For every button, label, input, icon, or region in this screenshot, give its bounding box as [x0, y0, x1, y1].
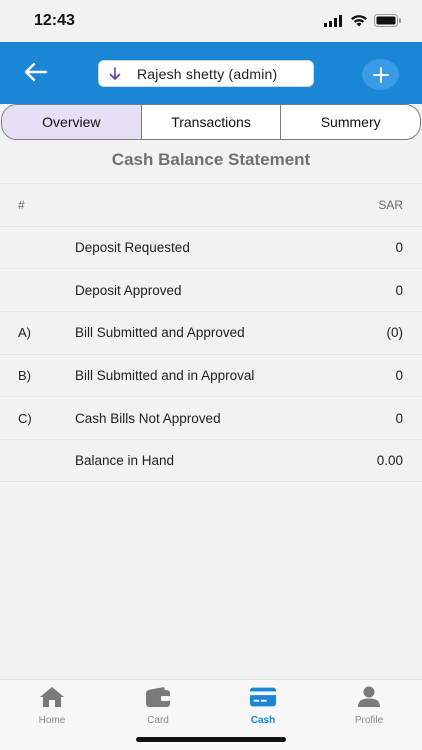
arrow-down-icon	[109, 66, 123, 81]
wifi-icon	[351, 15, 367, 27]
statement-title: Cash Balance Statement	[111, 150, 311, 169]
plus-icon	[372, 66, 389, 83]
user-name: Rajesh shetty (admin)	[137, 65, 278, 82]
nav-profile-label: Profile	[354, 715, 384, 726]
cash-balance-table: # SAR Deposit Requested 0 Deposit Approv…	[0, 183, 422, 482]
nav-home-label: Home	[38, 715, 66, 726]
row-value: 0	[395, 240, 403, 256]
card-icon	[249, 685, 277, 709]
tab-overview[interactable]: Overview	[2, 105, 142, 139]
segmented-tabs: Overview Transactions Summery	[1, 104, 421, 140]
status-time: 12:43	[34, 12, 75, 29]
row-index: B)	[18, 368, 31, 384]
status-icons	[324, 14, 402, 27]
row-value: 0	[395, 410, 403, 426]
row-value: 0	[395, 368, 403, 384]
app-header: Rajesh shetty (admin)	[0, 42, 422, 104]
row-label: Deposit Approved	[75, 282, 182, 298]
table-row: Deposit Approved 0	[0, 268, 422, 311]
row-label: Bill Submitted and Approved	[75, 325, 245, 341]
table-row: Balance in Hand 0.00	[0, 439, 422, 482]
nav-cash[interactable]: Cash	[228, 685, 298, 726]
currency-column-header: SAR	[378, 197, 403, 212]
home-icon	[38, 685, 66, 709]
nav-card[interactable]: Card	[123, 685, 193, 726]
index-column-header: #	[18, 197, 25, 212]
tab-transactions[interactable]: Transactions	[142, 105, 282, 139]
table-row: A) Bill Submitted and Approved (0)	[0, 311, 422, 354]
signal-icon	[324, 14, 342, 27]
row-value: 0.00	[376, 452, 403, 468]
nav-card-label: Card	[147, 715, 169, 726]
table-row: C) Cash Bills Not Approved 0	[0, 396, 422, 439]
battery-icon	[374, 14, 401, 27]
row-value: 0	[395, 282, 403, 298]
person-icon	[355, 685, 383, 709]
table-header-row: # SAR	[0, 183, 422, 226]
row-label: Balance in Hand	[75, 452, 175, 468]
table-row: Deposit Requested 0	[0, 225, 422, 269]
row-index: C)	[18, 410, 32, 426]
row-label: Deposit Requested	[75, 240, 190, 256]
row-index: A)	[18, 325, 31, 341]
nav-home[interactable]: Home	[17, 685, 87, 726]
user-selector[interactable]: Rajesh shetty (admin)	[98, 60, 314, 87]
status-bar: 12:43	[0, 0, 422, 42]
back-button[interactable]	[22, 58, 50, 86]
home-indicator	[136, 737, 286, 742]
wallet-icon	[144, 685, 172, 709]
row-label: Bill Submitted and in Approval	[75, 368, 255, 384]
row-value: (0)	[386, 325, 404, 341]
row-label: Cash Bills Not Approved	[75, 410, 221, 426]
arrow-left-icon	[24, 62, 48, 82]
add-button[interactable]	[362, 59, 399, 90]
tab-summery[interactable]: Summery	[281, 105, 420, 139]
nav-cash-label: Cash	[250, 715, 276, 726]
table-row: B) Bill Submitted and in Approval 0	[0, 353, 422, 397]
nav-profile[interactable]: Profile	[334, 685, 404, 726]
